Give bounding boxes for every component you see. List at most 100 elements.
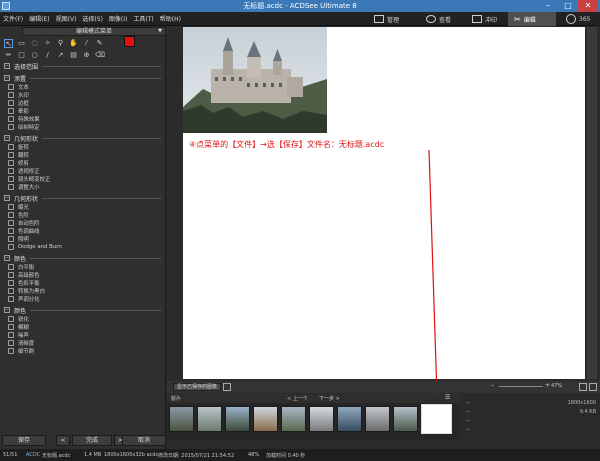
collapse-icon[interactable]: −	[4, 255, 10, 261]
panel-tool-item[interactable]: 曝光	[0, 203, 165, 211]
select-arrow-icon[interactable]: ↖	[4, 38, 13, 48]
panel-tool-item[interactable]: 边框	[0, 99, 165, 107]
thumbnail[interactable]	[365, 406, 390, 432]
panel-group-header[interactable]: − 几何形状	[0, 193, 165, 203]
menu-tools[interactable]: 工具(T)	[133, 14, 153, 23]
fit-icon[interactable]	[579, 383, 587, 391]
minimize-button[interactable]: –	[538, 0, 558, 12]
panel-tool-item[interactable]: 翻转	[0, 151, 165, 159]
panel-tool-item[interactable]: 水印	[0, 91, 165, 99]
panel-tool-item[interactable]: 绘制特定	[0, 123, 165, 131]
panel-tool-item[interactable]: 色调曲线	[0, 227, 165, 235]
line-icon[interactable]: /	[43, 51, 52, 60]
thumbnail[interactable]	[197, 406, 222, 432]
arrow-icon[interactable]: ↗	[56, 51, 65, 60]
hand-icon[interactable]: ✋	[69, 39, 78, 48]
panel-tool-item[interactable]: 声调分化	[0, 295, 165, 303]
thumbnail[interactable]	[225, 406, 250, 432]
thumbnail-current[interactable]	[421, 404, 452, 434]
filmstrip-prev[interactable]: < 上一个	[287, 395, 308, 402]
tab-develop[interactable]: 冲印	[466, 12, 508, 26]
panel-tool-item[interactable]: 镜头畸变校正	[0, 175, 165, 183]
panel-tool-item[interactable]: 噪声	[0, 331, 165, 339]
panel-tool-item[interactable]: 调整大小	[0, 183, 165, 191]
panel-group-header[interactable]: − 颜色	[0, 253, 165, 263]
zoom-icon[interactable]: ⚲	[56, 39, 65, 48]
panel-group-header[interactable]: − 颜色	[0, 305, 165, 315]
thumbnail[interactable]	[281, 406, 306, 432]
vertical-scrollbar[interactable]	[587, 27, 597, 379]
gradient-icon[interactable]: ▤	[69, 51, 78, 60]
panel-tool-item[interactable]: 晕影	[0, 107, 165, 115]
panel-group-header[interactable]: − 添置	[0, 73, 165, 83]
menu-edit[interactable]: 编辑(E)	[29, 14, 49, 23]
zoom-out-button[interactable]: –	[491, 382, 494, 389]
panel-tool-item[interactable]: 透视修正	[0, 167, 165, 175]
brush-icon[interactable]: ✎	[95, 39, 104, 48]
panel-tool-item[interactable]: 锐化	[0, 315, 165, 323]
magic-wand-icon[interactable]: ✧	[43, 39, 52, 48]
collapse-icon[interactable]: −	[4, 63, 10, 69]
panel-tool-item[interactable]: 文本	[0, 83, 165, 91]
zoom-in-button[interactable]: +	[545, 382, 550, 389]
thumbnail[interactable]	[337, 406, 362, 432]
clone-icon[interactable]: ⊕	[82, 51, 91, 60]
save-button[interactable]: 保存	[2, 435, 46, 446]
done-button[interactable]: 完成	[72, 435, 112, 446]
thumbnail[interactable]	[169, 406, 194, 432]
lasso-icon[interactable]: ◌	[30, 39, 39, 48]
foreground-color[interactable]	[124, 36, 135, 47]
color-swatch[interactable]	[124, 36, 144, 56]
tab-edit[interactable]: ✂ 编辑	[508, 12, 556, 26]
image-canvas[interactable]: ④点菜单的【文件】→选【保存】文件名：无标题.acdc	[183, 27, 585, 379]
panel-tool-item[interactable]: 修剪	[0, 159, 165, 167]
eyedropper-icon[interactable]: ⁄	[82, 39, 91, 48]
show-saved-images-button[interactable]: 显示已保存的图像	[173, 383, 222, 391]
tab-manage[interactable]: 管理	[368, 12, 412, 26]
collapse-icon[interactable]: −	[4, 135, 10, 141]
tab-view[interactable]: 查看	[420, 12, 462, 26]
collapse-icon[interactable]: −	[4, 195, 10, 201]
panel-tool-item[interactable]: 模糊	[0, 323, 165, 331]
marquee-icon[interactable]: ▭	[17, 39, 26, 48]
thumbnail[interactable]	[253, 406, 278, 432]
tab-online-365[interactable]: 365	[560, 12, 598, 26]
menu-select[interactable]: 选择(S)	[82, 14, 103, 23]
panel-tool-item[interactable]: 高级颜色	[0, 271, 165, 279]
pencil-icon[interactable]: ✏	[4, 51, 13, 60]
rectangle-icon[interactable]: □	[17, 51, 26, 60]
panel-tool-item[interactable]: 色阶	[0, 211, 165, 219]
actual-size-icon[interactable]	[589, 383, 597, 391]
ellipse-icon[interactable]: ○	[30, 51, 39, 60]
prev-button[interactable]: <	[56, 435, 70, 446]
panel-tool-item[interactable]: 转换为黑白	[0, 287, 165, 295]
panel-tool-item[interactable]: 特殊效果	[0, 115, 165, 123]
maximize-button[interactable]: □	[558, 0, 578, 12]
panel-tool-item[interactable]: 照明	[0, 235, 165, 243]
panel-group-header[interactable]: − 几何形状	[0, 133, 165, 143]
collapse-icon[interactable]: −	[4, 307, 10, 313]
cancel-button[interactable]: 取消	[122, 435, 166, 446]
zoom-slider[interactable]	[499, 386, 543, 387]
filmstrip-next[interactable]: 下一步 >	[319, 395, 340, 402]
filmstrip-menu-icon[interactable]: ☰	[445, 394, 450, 401]
thumbnail[interactable]	[309, 406, 334, 432]
eraser-icon[interactable]: ⌫	[95, 51, 105, 60]
panel-tool-item[interactable]: 清晰度	[0, 339, 165, 347]
menu-image[interactable]: 图像(I)	[109, 14, 127, 23]
panel-tool-item[interactable]: 细节刷	[0, 347, 165, 355]
panel-tool-item[interactable]: 自动色阶	[0, 219, 165, 227]
edit-mode-dropdown[interactable]: 编辑模式菜单 ▼	[22, 27, 166, 36]
collapse-icon[interactable]: −	[4, 75, 10, 81]
menu-view[interactable]: 视图(V)	[56, 14, 77, 23]
panel-group-header[interactable]: − 选择范围	[0, 61, 165, 71]
close-button[interactable]: ✕	[578, 0, 598, 12]
panel-tool-item[interactable]: 白平衡	[0, 263, 165, 271]
menu-help[interactable]: 帮助(H)	[160, 14, 181, 23]
panel-tool-item[interactable]: 旋转	[0, 143, 165, 151]
thumbnail[interactable]	[393, 406, 418, 432]
zoom-value[interactable]: 47%	[551, 383, 562, 389]
view-options-icon[interactable]	[223, 383, 231, 391]
menu-file[interactable]: 文件(F)	[3, 14, 23, 23]
panel-tool-item[interactable]: Dodge and Burn	[0, 243, 165, 251]
